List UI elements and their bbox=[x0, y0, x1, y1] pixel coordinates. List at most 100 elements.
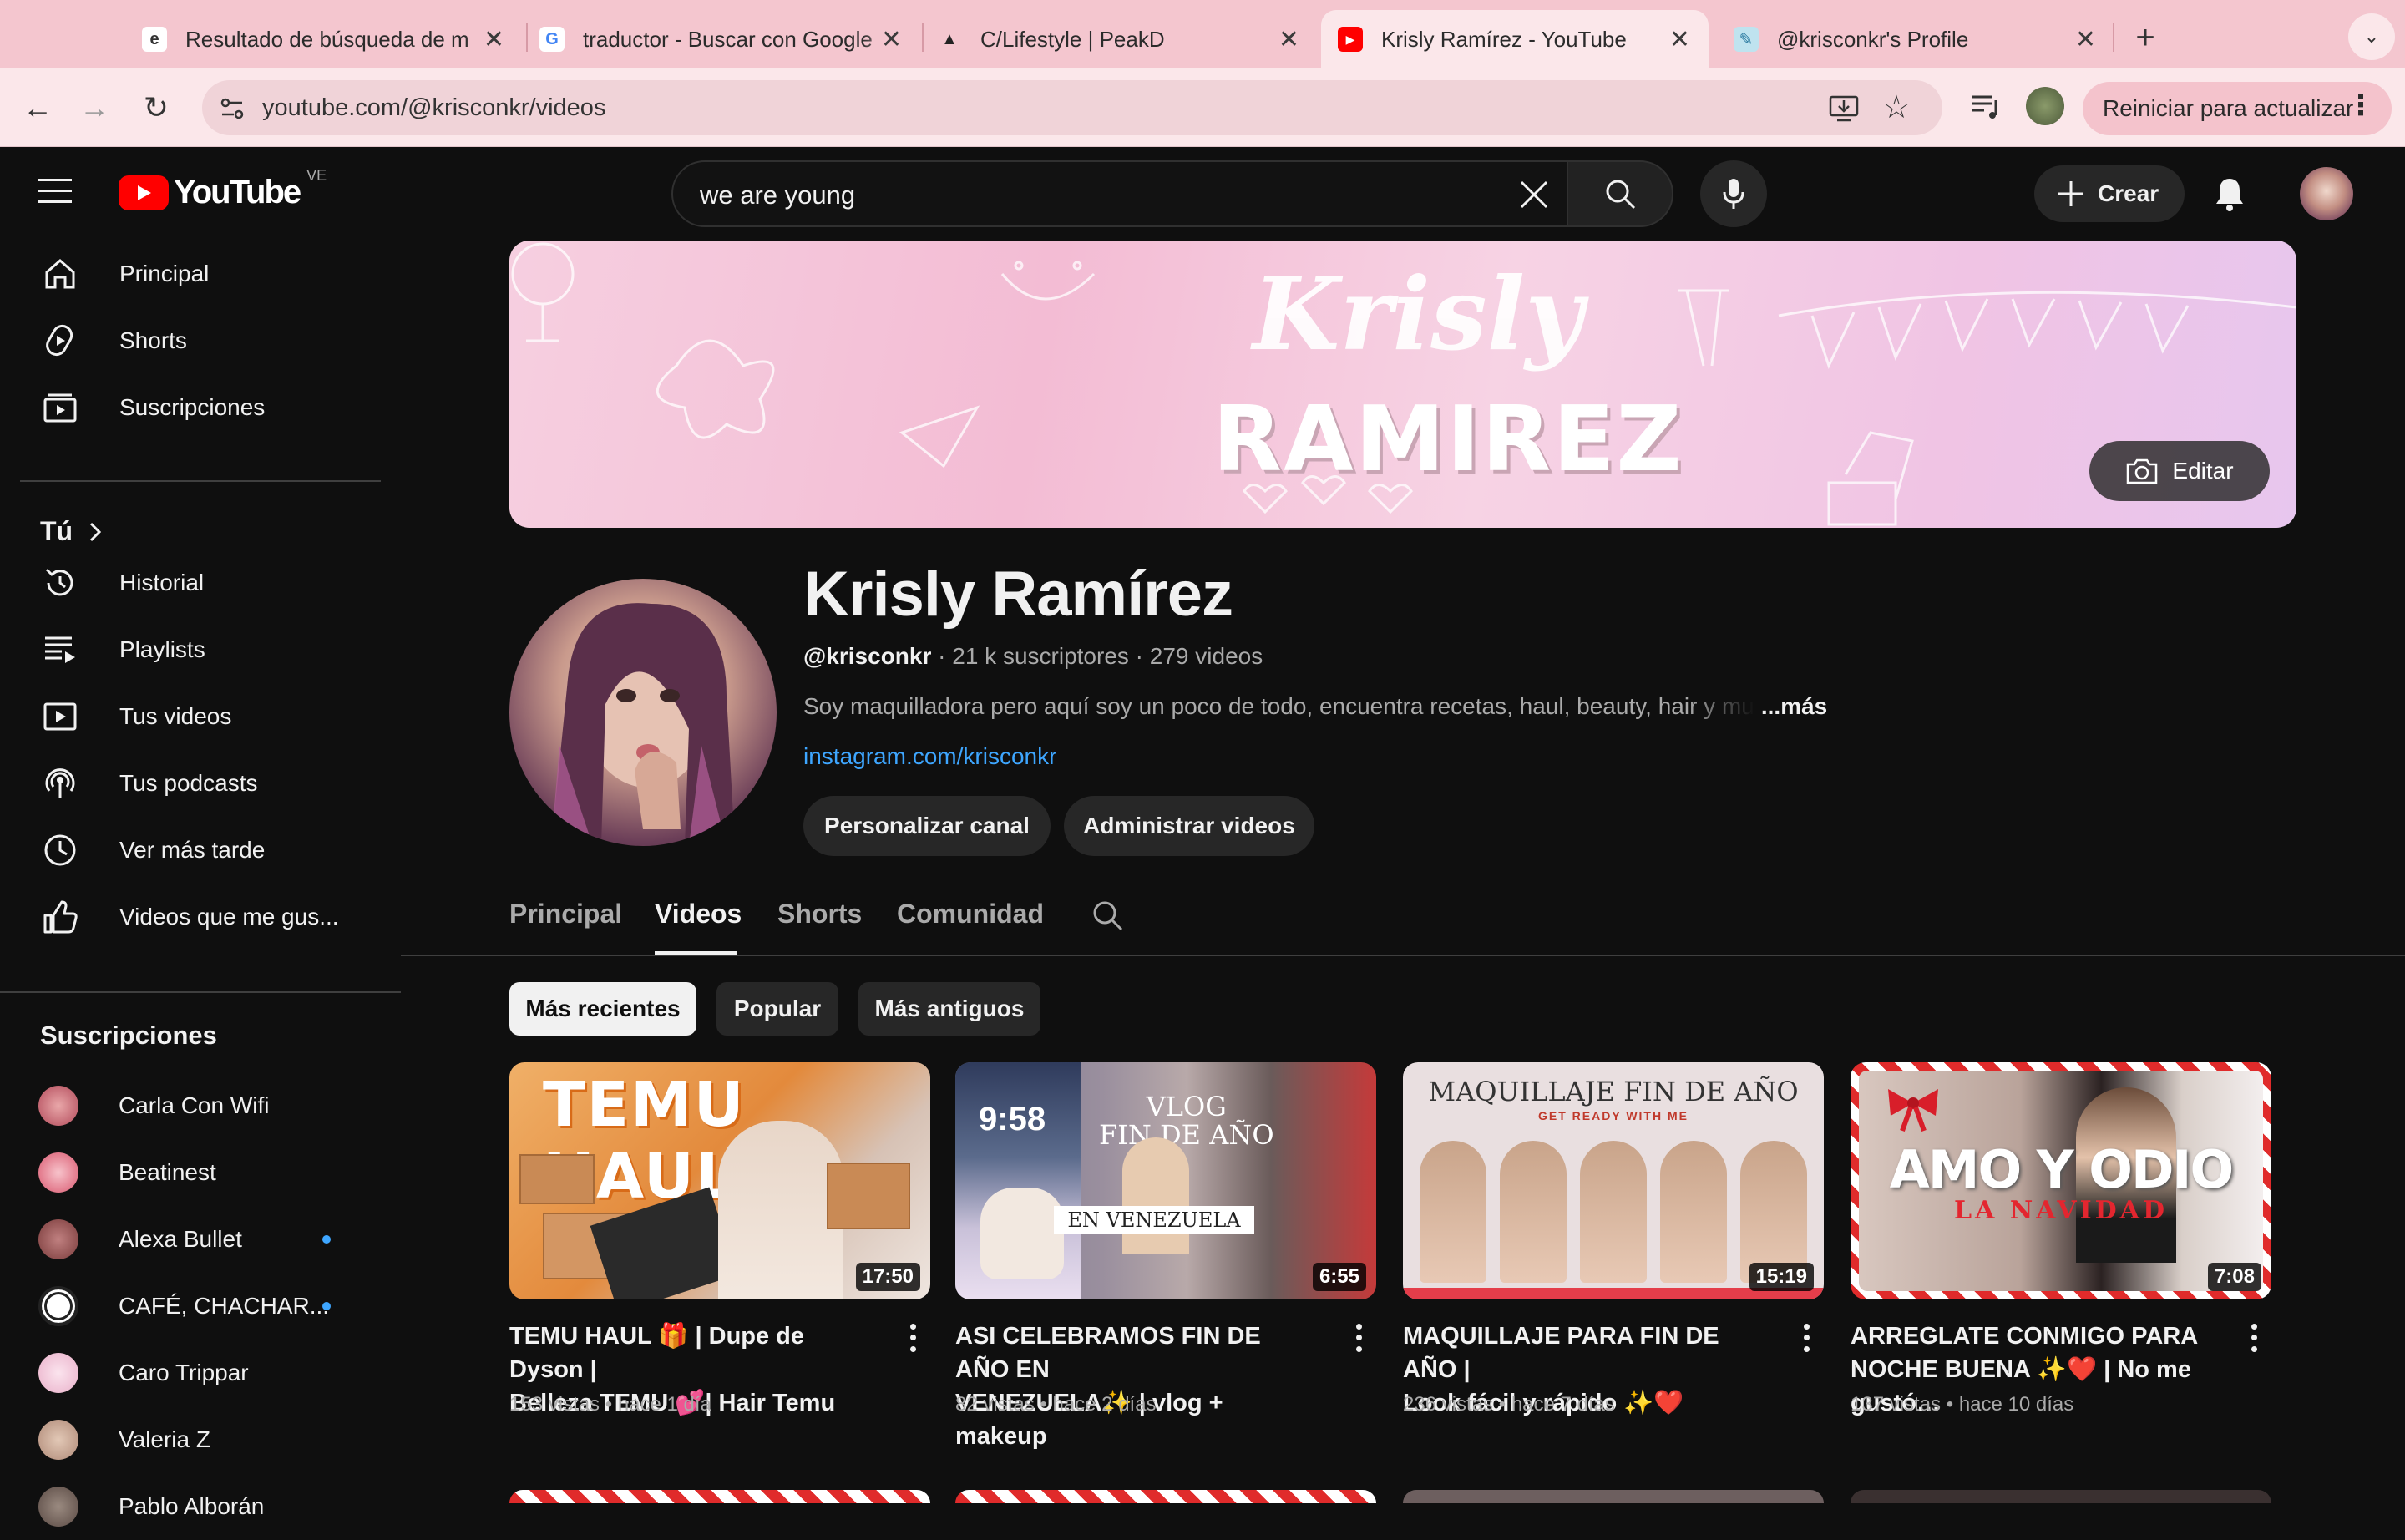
sidebar-item-liked-videos[interactable]: Videos que me gus... bbox=[20, 884, 381, 950]
video-meta: 153 vistas • hace 1 día bbox=[509, 1393, 711, 1416]
video-menu-kebab-icon[interactable] bbox=[900, 1321, 925, 1355]
thumbnail-person bbox=[718, 1121, 843, 1299]
subscription-item[interactable]: Caro Trippar bbox=[20, 1340, 381, 1406]
create-button[interactable]: Crear bbox=[2034, 165, 2185, 222]
chip-oldest[interactable]: Más antiguos bbox=[858, 982, 1040, 1036]
channel-avatar bbox=[38, 1420, 78, 1460]
sidebar-item-watch-later[interactable]: Ver más tarde bbox=[20, 817, 381, 884]
channel-description[interactable]: Soy maquilladora pero aquí soy un poco d… bbox=[803, 693, 1827, 720]
address-bar[interactable]: youtube.com/@krisconkr/videos ☆ bbox=[202, 80, 1942, 135]
sidebar-item-your-videos[interactable]: Tus videos bbox=[20, 683, 381, 750]
video-menu-kebab-icon[interactable] bbox=[1794, 1321, 1819, 1355]
search-input[interactable]: we are young bbox=[671, 160, 1568, 227]
sidebar-item-shorts[interactable]: Shorts bbox=[20, 307, 381, 374]
sidebar-item-playlists[interactable]: Playlists bbox=[20, 616, 381, 683]
subscription-item[interactable]: Valeria Z bbox=[20, 1406, 381, 1473]
video-thumbnail-partial[interactable] bbox=[1403, 1490, 1824, 1503]
thumbnail-box bbox=[519, 1154, 595, 1204]
voice-search-button[interactable] bbox=[1700, 160, 1767, 227]
channel-search-icon[interactable] bbox=[1091, 899, 1124, 936]
account-avatar[interactable] bbox=[2300, 167, 2353, 220]
chip-most-recent[interactable]: Más recientes bbox=[509, 982, 696, 1036]
channel-avatar bbox=[38, 1086, 78, 1126]
video-card[interactable]: TEMU HAUL 17:50 TEMU HAUL 🎁 | Dupe de Dy… bbox=[509, 1062, 930, 1416]
chip-popular[interactable]: Popular bbox=[716, 982, 838, 1036]
search-query[interactable]: we are young bbox=[700, 180, 855, 210]
install-app-icon[interactable] bbox=[1827, 92, 1861, 125]
video-thumbnail[interactable]: MAQUILLAJE FIN DE AÑO GET READY WITH ME … bbox=[1403, 1062, 1824, 1299]
channel-instagram-link[interactable]: instagram.com/krisconkr bbox=[803, 743, 1056, 770]
video-thumbnail[interactable]: TEMU HAUL 17:50 bbox=[509, 1062, 930, 1299]
bookmark-star-icon[interactable]: ☆ bbox=[1882, 89, 1911, 126]
video-card[interactable]: 9:58 VLOG FIN DE AÑO EN VENEZUELA 6:55 A… bbox=[955, 1062, 1376, 1450]
video-thumbnail-partial[interactable] bbox=[509, 1490, 930, 1503]
close-tab-icon[interactable]: ✕ bbox=[881, 25, 902, 54]
tab-search-chevron-icon[interactable]: ⌄ bbox=[2348, 13, 2395, 60]
tab-comunidad[interactable]: Comunidad bbox=[897, 899, 1044, 930]
sidebar-item-subscriptions[interactable]: Suscripciones bbox=[20, 374, 381, 441]
thumbnail-text: VLOG FIN DE AÑO bbox=[1099, 1091, 1274, 1151]
close-tab-icon[interactable]: ✕ bbox=[2075, 25, 2096, 54]
video-thumbnail-partial[interactable] bbox=[1851, 1490, 2271, 1503]
video-card[interactable]: MAQUILLAJE FIN DE AÑO GET READY WITH ME … bbox=[1403, 1062, 1824, 1416]
thumbnail-faces bbox=[1420, 1141, 1807, 1283]
edit-label: Editar bbox=[2172, 458, 2234, 484]
video-views: 153 vistas bbox=[509, 1393, 600, 1416]
browser-tab-3[interactable]: ▲ C/Lifestyle | PeakD ✕ bbox=[920, 10, 1318, 68]
sidebar-item-podcasts[interactable]: Tus podcasts bbox=[20, 750, 381, 817]
sidebar-item-label: Ver más tarde bbox=[119, 837, 266, 863]
manage-videos-button[interactable]: Administrar videos bbox=[1064, 796, 1314, 856]
new-tab-icon[interactable]: + bbox=[2124, 17, 2166, 58]
tab-principal[interactable]: Principal bbox=[509, 899, 622, 930]
tab-shorts[interactable]: Shorts bbox=[777, 899, 862, 930]
video-menu-kebab-icon[interactable] bbox=[1346, 1321, 1371, 1355]
browser-tab-5[interactable]: ✎ @krisconkr's Profile ✕ bbox=[1717, 10, 2114, 68]
subscription-item[interactable]: Carla Con Wifi bbox=[20, 1072, 381, 1139]
peakd-icon: ▲ bbox=[941, 29, 958, 48]
channel-avatar[interactable] bbox=[509, 579, 777, 846]
tab-videos[interactable]: Videos bbox=[655, 899, 742, 930]
forward-icon[interactable]: → bbox=[73, 87, 115, 129]
tab-label: Resultado de búsqueda de m bbox=[185, 26, 469, 52]
media-controls-icon[interactable] bbox=[1967, 89, 2004, 125]
close-tab-icon[interactable]: ✕ bbox=[484, 25, 504, 54]
browser-tab-4-active[interactable]: ▶ Krisly Ramírez - YouTube ✕ bbox=[1321, 10, 1709, 68]
close-tab-icon[interactable]: ✕ bbox=[1278, 25, 1299, 54]
sidebar-item-label: Suscripciones bbox=[119, 394, 266, 420]
sidebar-item-principal[interactable]: Principal bbox=[20, 241, 381, 307]
search-button[interactable] bbox=[1567, 160, 1673, 227]
clear-search-icon[interactable] bbox=[1518, 179, 1550, 215]
close-tab-icon[interactable]: ✕ bbox=[1669, 25, 1690, 54]
video-thumbnail[interactable]: AMO Y ODIO LA NAVIDAD 7:08 bbox=[1851, 1062, 2271, 1299]
browser-tab-1[interactable]: e Resultado de búsqueda de m ✕ bbox=[125, 10, 523, 68]
video-card[interactable]: AMO Y ODIO LA NAVIDAD 7:08 ARREGLATE CON… bbox=[1851, 1062, 2271, 1416]
notifications-bell-icon[interactable] bbox=[2213, 175, 2246, 216]
menu-kebab-icon[interactable]: ⋮ bbox=[2347, 89, 2375, 122]
subscription-item[interactable]: Beatinest bbox=[20, 1139, 381, 1206]
video-thumbnail-partial[interactable] bbox=[955, 1490, 1376, 1503]
back-icon[interactable]: ← bbox=[17, 87, 58, 129]
video-meta: 236 vistas • hace 7 días bbox=[1403, 1393, 1615, 1416]
hamburger-menu-icon[interactable] bbox=[38, 177, 80, 210]
url-text[interactable]: youtube.com/@krisconkr/videos bbox=[262, 94, 605, 122]
more-link[interactable]: ...más bbox=[1761, 693, 1827, 719]
video-title[interactable]: ASI CELEBRAMOS FIN DE AÑO EN VENEZUELA✨ … bbox=[955, 1320, 1314, 1453]
subscription-label: Caro Trippar bbox=[119, 1360, 249, 1385]
edit-banner-button[interactable]: Editar bbox=[2089, 441, 2270, 501]
customize-channel-button[interactable]: Personalizar canal bbox=[803, 796, 1051, 856]
home-icon bbox=[20, 256, 100, 292]
plus-icon bbox=[2058, 181, 2083, 206]
browser-profile-avatar[interactable] bbox=[2026, 87, 2064, 125]
restart-to-update-button[interactable]: Reiniciar para actualizar ⋮ bbox=[2083, 82, 2392, 135]
video-menu-kebab-icon[interactable] bbox=[2241, 1321, 2266, 1355]
site-info-icon[interactable] bbox=[217, 94, 247, 124]
reload-icon[interactable]: ↻ bbox=[135, 87, 177, 129]
video-thumbnail[interactable]: 9:58 VLOG FIN DE AÑO EN VENEZUELA 6:55 bbox=[955, 1062, 1376, 1299]
watch-later-icon bbox=[20, 832, 100, 869]
browser-tab-2[interactable]: G traductor - Buscar con Google ✕ bbox=[523, 10, 920, 68]
youtube-logo[interactable]: YouTube VE bbox=[119, 167, 327, 211]
you-section-header[interactable]: Tú bbox=[40, 516, 102, 547]
youtube-icon: ▶ bbox=[1338, 27, 1363, 52]
sidebar-item-history[interactable]: Historial bbox=[20, 550, 381, 616]
subscription-item[interactable]: Pablo Alborán bbox=[20, 1473, 381, 1540]
